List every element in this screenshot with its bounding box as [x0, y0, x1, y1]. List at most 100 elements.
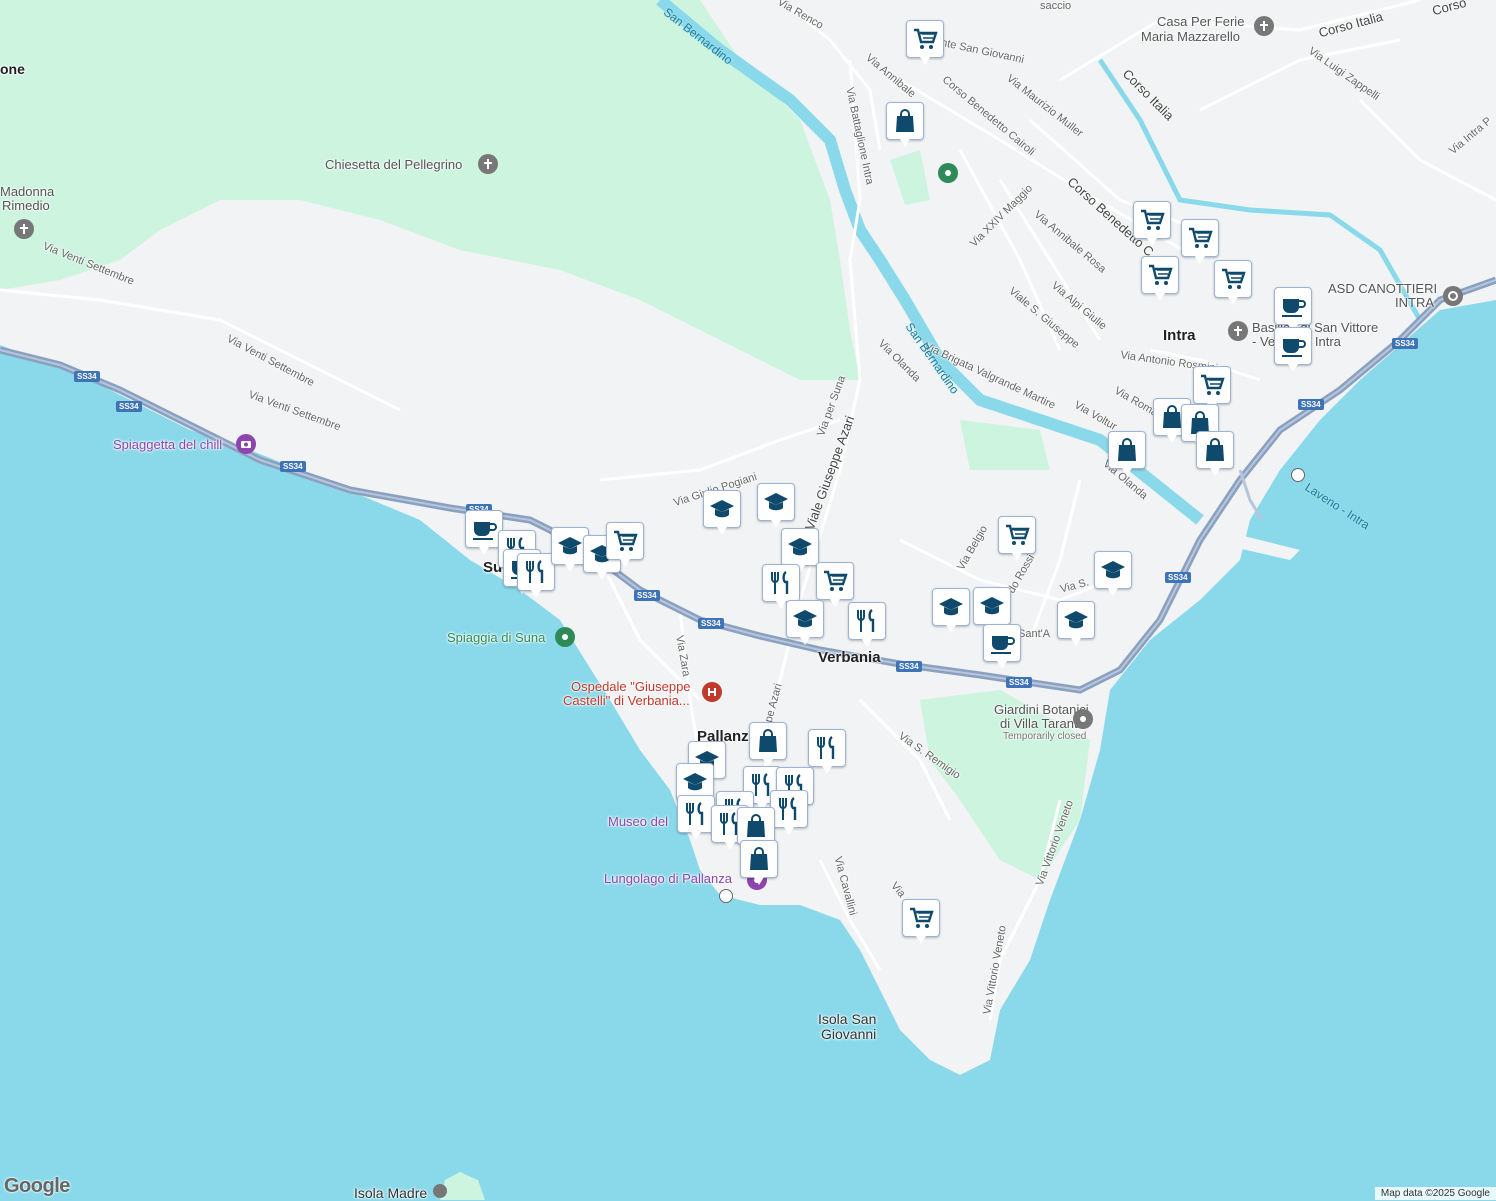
cart-pin[interactable] [1133, 201, 1171, 246]
fork-icon [771, 571, 789, 594]
grad-icon [788, 538, 812, 556]
coffee-pin[interactable] [1274, 327, 1312, 372]
fork-icon [686, 802, 704, 825]
bag-pin[interactable] [740, 840, 778, 885]
map-canvas[interactable] [0, 0, 1496, 1200]
grad-pin[interactable] [1094, 551, 1132, 596]
town-label-intra: Intra [1163, 327, 1196, 344]
coffee-icon [1282, 299, 1306, 317]
poi-label-chiesetta: Chiesetta del Pellegrino [325, 157, 463, 172]
camera-icon[interactable] [236, 434, 256, 454]
ss34-shield: SS34 [896, 661, 922, 672]
fork-pin[interactable] [517, 553, 555, 598]
bag-pin[interactable] [886, 102, 924, 147]
fork-pin[interactable] [808, 729, 846, 774]
cart-icon [910, 907, 934, 928]
ss34-shield: SS34 [280, 461, 306, 472]
grad-pin[interactable] [781, 528, 819, 573]
isola-sg-land [926, 1037, 934, 1043]
road-label: Sant'A [1018, 628, 1051, 640]
fork-pin[interactable] [677, 795, 715, 840]
coffee-pin[interactable] [1274, 287, 1312, 332]
map-attribution: Map data ©2025 Google [1374, 1187, 1496, 1200]
hospital-icon[interactable] [702, 682, 722, 702]
coffee-pin[interactable] [983, 624, 1021, 669]
poi-label-casa-ferie-2: Maria Mazzarello [1141, 29, 1240, 44]
cart-icon [914, 28, 938, 49]
church-icon[interactable] [1228, 321, 1248, 341]
grad-pin[interactable] [757, 483, 795, 528]
bag-pin[interactable] [1108, 431, 1146, 476]
town-label-verbania: Verbania [818, 649, 881, 666]
ss34-shield: SS34 [1392, 338, 1418, 349]
garden-icon[interactable] [1073, 709, 1093, 729]
fork-icon [817, 736, 835, 759]
fork-pin[interactable] [770, 790, 808, 835]
ferry-icon[interactable] [719, 889, 733, 903]
poi-label-spiaggetta: Spiaggetta del chill [113, 437, 223, 452]
sport-icon[interactable] [1443, 286, 1463, 306]
cart-pin[interactable] [1181, 219, 1219, 264]
park-icon[interactable] [555, 627, 575, 647]
poi-label-casa-ferie: Casa Per Ferie [1157, 14, 1245, 29]
cart-icon [1149, 264, 1173, 285]
fork-icon [779, 797, 797, 820]
bag-icon [1118, 438, 1136, 461]
poi-label-madonna-2: Rimedio [2, 198, 50, 213]
bag-icon [896, 109, 914, 132]
poi-label-ospedale-2: Castelli" di Verbania... [563, 693, 690, 708]
church-icon[interactable] [1254, 16, 1274, 36]
grad-icon [710, 500, 734, 518]
bag-pin[interactable] [749, 722, 787, 767]
poi-label-lungolago: Lungolago di Pallanza [604, 871, 732, 886]
grad-icon [558, 537, 582, 555]
bag-icon [1206, 438, 1224, 461]
road-label: saccio [1040, 0, 1072, 12]
poi-label-canottieri-2: INTRA [1395, 295, 1434, 310]
pet-icon[interactable] [938, 163, 958, 183]
grad-icon [793, 610, 817, 628]
town-label-fragment: one [0, 61, 25, 77]
cart-icon [614, 530, 638, 551]
grad-icon [939, 598, 963, 616]
cart-icon [1222, 268, 1246, 289]
cart-icon [1189, 227, 1213, 248]
coffee-icon [473, 522, 497, 540]
grad-pin[interactable] [973, 587, 1011, 632]
cart-icon [1201, 374, 1225, 395]
island-label-madre: Isola Madre [354, 1185, 428, 1201]
bag-pin[interactable] [1196, 431, 1234, 476]
fork-icon [526, 560, 544, 583]
bag-icon [750, 847, 768, 870]
ferry-icon[interactable] [1291, 468, 1305, 482]
grad-pin[interactable] [703, 490, 741, 535]
cart-icon [824, 570, 848, 591]
cart-pin[interactable] [606, 522, 644, 567]
coffee-icon [1282, 339, 1306, 357]
fork-pin[interactable] [762, 564, 800, 609]
poi-status-giardini: Temporarily closed [1003, 731, 1087, 742]
grad-icon [683, 773, 707, 791]
cart-pin[interactable] [816, 562, 854, 607]
ss34-shield: SS34 [1298, 399, 1324, 410]
cart-pin[interactable] [906, 20, 944, 65]
grad-pin[interactable] [786, 600, 824, 645]
coffee-icon [991, 636, 1015, 654]
ss34-shield: SS34 [74, 371, 100, 382]
cart-icon [1006, 524, 1030, 545]
ss34-shield: SS34 [1165, 572, 1191, 583]
cart-pin[interactable] [1141, 256, 1179, 301]
cart-pin[interactable] [902, 899, 940, 944]
church-icon[interactable] [478, 154, 498, 174]
church-icon[interactable] [14, 219, 34, 239]
cart-pin[interactable] [998, 516, 1036, 561]
bag-icon [759, 729, 777, 752]
grad-pin[interactable] [932, 588, 970, 633]
grad-pin[interactable] [1057, 601, 1095, 646]
cart-pin[interactable] [1193, 366, 1231, 411]
ss34-shield: SS34 [698, 618, 724, 629]
landmark-icon[interactable] [433, 1184, 447, 1198]
cart-pin[interactable] [1214, 260, 1252, 305]
island-label-san-giovanni-2: Giovanni [821, 1026, 877, 1042]
fork-pin[interactable] [848, 602, 886, 647]
